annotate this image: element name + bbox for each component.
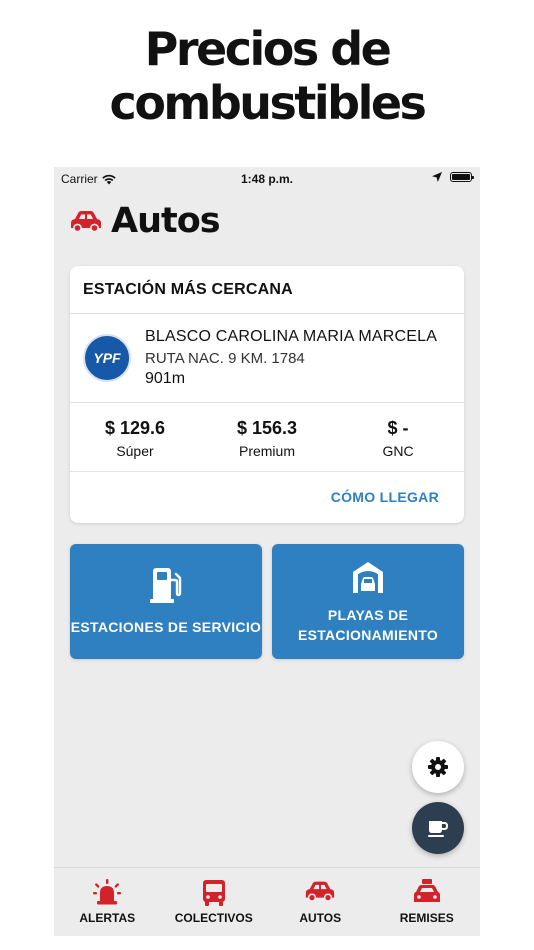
battery-icon xyxy=(450,172,474,182)
nearest-station-card[interactable]: ESTACIÓN MÁS CERCANA YPF BLASCO CAROLINA… xyxy=(70,266,464,523)
tab-label: REMISES xyxy=(399,911,454,925)
price-label: Premium xyxy=(238,443,295,459)
divider xyxy=(70,471,464,472)
card-title: ESTACIÓN MÁS CERCANA xyxy=(83,281,293,298)
tab-label: COLECTIVOS xyxy=(174,911,253,925)
fuel-pump-icon xyxy=(70,566,262,608)
alarm-light-icon xyxy=(54,879,161,909)
tab-alertas[interactable]: ALERTAS xyxy=(54,868,161,936)
gear-icon xyxy=(428,757,448,777)
status-right xyxy=(432,172,474,182)
divider xyxy=(70,402,464,403)
parking-lots-button[interactable]: PLAYAS DE ESTACIONAMIENTO xyxy=(272,544,464,659)
promo-line-2: combustibles xyxy=(109,76,427,130)
car-icon xyxy=(71,211,101,233)
price-value: $ - xyxy=(387,418,409,438)
bottom-tab-bar: ALERTAS COLECTIVOS AUTOS REMISES xyxy=(54,867,480,936)
parking-garage-icon xyxy=(272,560,464,598)
page-header: Autos xyxy=(69,201,221,241)
tile-label-line-1: PLAYAS DE xyxy=(327,607,409,623)
donate-coffee-button[interactable] xyxy=(412,802,464,854)
price-super: $ 129.6 Súper xyxy=(75,418,195,459)
price-premium: $ 156.3 Premium xyxy=(207,418,327,459)
tab-label: ALERTAS xyxy=(79,911,136,925)
tab-colectivos[interactable]: COLECTIVOS xyxy=(161,868,268,936)
price-label: Súper xyxy=(116,443,154,459)
tab-label: AUTOS xyxy=(299,911,342,925)
station-name: BLASCO CAROLINA MARIA MARCELA xyxy=(145,328,438,345)
car-icon xyxy=(267,879,374,907)
price-gnc: $ - GNC xyxy=(338,418,458,459)
settings-button[interactable] xyxy=(412,741,464,793)
status-time: 1:48 p.m. xyxy=(240,172,294,186)
ypf-logo: YPF xyxy=(83,334,131,382)
page-title: Autos xyxy=(111,201,221,241)
status-bar: Carrier 1:48 p.m. xyxy=(54,167,480,191)
service-stations-button[interactable]: ESTACIONES DE SERVICIO xyxy=(70,544,262,659)
price-value: $ 156.3 xyxy=(236,418,298,438)
divider xyxy=(70,313,464,314)
tab-autos[interactable]: AUTOS xyxy=(267,868,374,936)
coffee-icon xyxy=(428,821,449,837)
station-address: RUTA NAC. 9 KM. 1784 xyxy=(145,350,305,367)
phone-screen: Carrier 1:48 p.m. Autos ESTACIÓN MÁS CER… xyxy=(54,167,480,936)
tile-label: ESTACIONES DE SERVICIO xyxy=(70,619,262,635)
promo-heading: Precios de combustibles xyxy=(0,22,534,130)
taxi-icon xyxy=(374,879,481,909)
bus-icon xyxy=(161,879,268,911)
price-label: GNC xyxy=(382,443,414,459)
tab-remises[interactable]: REMISES xyxy=(374,868,481,936)
directions-button[interactable]: CÓMO LLEGAR xyxy=(331,489,439,505)
location-arrow-icon xyxy=(432,172,442,182)
promo-line-1: Precios de xyxy=(144,22,392,76)
tile-label-line-2: ESTACIONAMIENTO xyxy=(297,627,439,643)
tile-label: PLAYAS DE ESTACIONAMIENTO xyxy=(272,605,464,645)
station-distance: 901m xyxy=(145,370,186,387)
price-value: $ 129.6 xyxy=(104,418,166,438)
